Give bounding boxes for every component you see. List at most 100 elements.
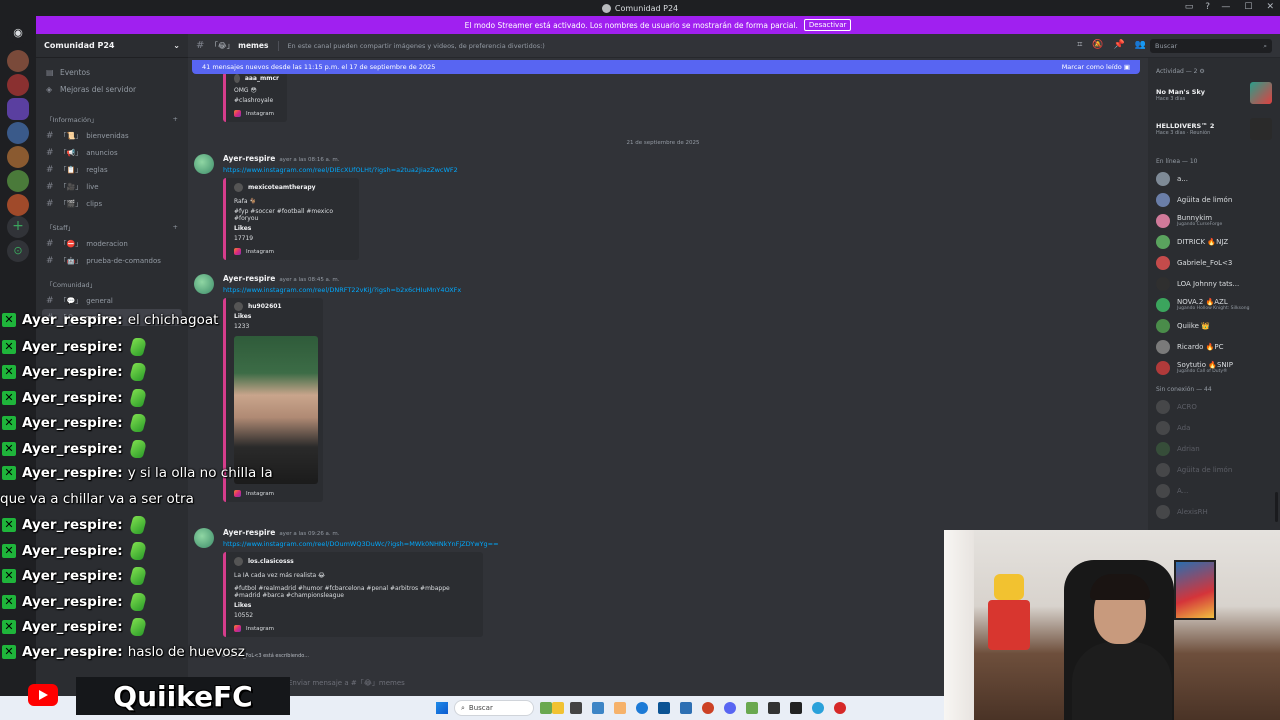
app-icon[interactable] [834,702,846,714]
category-comunidad[interactable]: 「Comunidad」 [36,275,188,292]
server-icon[interactable] [7,194,29,216]
pin-icon[interactable]: 📌 [1114,40,1125,50]
threads-icon[interactable]: ⌗ [1077,40,1082,50]
member-name: DITRICK 🔥NJZ [1177,238,1228,246]
member-item[interactable]: Agüita de limón [1148,189,1280,210]
task-view-icon[interactable] [570,702,582,714]
message-link[interactable]: https://www.instagram.com/reel/DNRFT22vK… [223,286,1103,294]
member-name-text: Quiike 👑 [1177,321,1210,330]
server-icon[interactable] [7,170,29,192]
message-link[interactable]: https://www.instagram.com/reel/DIEcXUfOL… [223,166,1103,174]
events-item[interactable]: ▤ Eventos [36,64,188,81]
channel-prueba-de-comandos[interactable]: # 「🤖」 prueba-de-comandos [36,252,188,269]
scrollbar[interactable] [1275,492,1278,522]
app-icon[interactable] [746,702,758,714]
channel-general[interactable]: # 「💬」 general [36,292,188,309]
chat-badge-icon: ✕ [2,620,16,634]
member-item[interactable]: Quiike 👑 [1148,315,1280,336]
chat-badge-icon: ✕ [2,644,16,659]
app-icon[interactable] [702,702,714,714]
activity-card[interactable]: No Man's Sky Hace 3 días [1148,78,1280,114]
server-icon[interactable] [7,146,29,168]
message-author[interactable]: Ayer-respire [223,154,275,163]
telegram-icon[interactable] [812,702,824,714]
game-icon [1250,82,1272,104]
add-channel-icon[interactable]: + [173,223,178,231]
message-composer[interactable]: Enviar mensaje a #「😂」memes [188,670,944,696]
new-messages-bar[interactable]: 41 mensajes nuevos desde las 11:15 p.m. … [192,60,1140,74]
member-item[interactable]: Gabriele_FoL<3 [1148,252,1280,273]
file-explorer-icon[interactable] [614,702,626,714]
member-item[interactable]: Ricardo 🔥PC [1148,336,1280,357]
windows-start-icon[interactable] [436,702,448,714]
channel-clips[interactable]: # 「🎬」 clips [36,195,188,212]
member-item[interactable]: Soytutio 🔥SNIP Jugando Call of Duty® [1148,357,1280,378]
member-item[interactable]: AlexisRH [1148,501,1280,522]
member-item[interactable]: Ada [1148,417,1280,438]
avatar[interactable] [194,154,214,174]
embed-author[interactable]: mexicoteamtherapy [248,184,316,191]
message-author[interactable]: Ayer-respire [223,274,275,283]
maximize-icon[interactable]: ☐ [1244,2,1252,12]
mark-as-read-button[interactable]: Marcar como leído ▣ [1062,63,1130,71]
member-item[interactable]: A... [1148,480,1280,501]
member-item[interactable]: ACRO [1148,396,1280,417]
member-name: Soytutio 🔥SNIP Jugando Call of Duty® [1177,361,1233,374]
member-item[interactable]: Bunnykim Jugando CurseForge [1148,210,1280,231]
chat-badge-icon: ✕ [2,441,16,456]
instagram-icon [234,110,241,117]
member-item[interactable]: LOA Johnny tats... [1148,273,1280,294]
server-icon[interactable] [7,122,29,144]
server-icon[interactable] [7,50,29,72]
channel-bienvenidas[interactable]: # 「📜」 bienvenidas [36,127,188,144]
server-header[interactable]: Comunidad P24 ⌄ [36,34,188,58]
app-icon[interactable] [552,702,564,714]
member-name-text: Bunnykim [1177,214,1213,222]
settings-icon[interactable]: ⚙ [1199,68,1204,75]
server-icon[interactable] [7,98,29,120]
member-item[interactable]: a... [1148,168,1280,189]
minimize-icon[interactable]: — [1221,2,1230,12]
category-staff[interactable]: 「Staff」 + [36,218,188,235]
member-item[interactable]: Adrian [1148,438,1280,459]
channel-topic[interactable]: En este canal pueden compartir imágenes … [287,42,544,50]
member-item[interactable]: DITRICK 🔥NJZ [1148,231,1280,252]
inbox-icon[interactable]: ▭ [1185,2,1194,12]
channel-live[interactable]: # 「🎥」 live [36,178,188,195]
category-informacion[interactable]: 「Información」 + [36,110,188,127]
add-channel-icon[interactable]: + [173,115,178,123]
deactivate-button[interactable]: Desactivar [803,19,852,31]
member-item[interactable]: Agüita de limón [1148,459,1280,480]
close-icon[interactable]: ✕ [1266,2,1274,12]
widgets-icon[interactable] [540,702,552,714]
search-input[interactable]: Buscar ⌕ [1150,39,1272,53]
chat-username: Ayer_respire: [22,619,123,635]
server-boost-item[interactable]: ◈ Mejoras del servidor [36,81,188,98]
embed-author[interactable]: hu902601 [248,303,282,310]
discover-icon[interactable]: ⊙ [7,240,29,262]
app-icon[interactable] [592,702,604,714]
channel-moderacion[interactable]: # 「⛔」 moderacion [36,235,188,252]
discord-home-icon[interactable]: ◉ [7,22,29,44]
mail-icon[interactable] [680,702,692,714]
edge-icon[interactable] [636,702,648,714]
server-icon[interactable] [7,74,29,96]
embed-author[interactable]: aaa_mmcr [245,75,279,82]
terminal-icon[interactable] [790,702,802,714]
channel-name: clips [86,199,103,208]
discord-icon[interactable] [724,702,736,714]
chat-message: ✕ Ayer_respire: [2,414,148,432]
taskbar-search[interactable]: ⌕ Buscar [454,700,534,716]
member-item[interactable]: NOVA.2 🔥AZL Jugando Hollow Knight: Silkso… [1148,294,1280,315]
app-icon[interactable] [658,702,670,714]
avatar[interactable] [194,274,214,294]
channel-reglas[interactable]: # 「📋」 reglas [36,161,188,178]
chat-text: haslo de huevosz [127,643,245,660]
member-list-icon[interactable]: 👥 [1135,40,1146,50]
activity-card[interactable]: HELLDIVERS™ 2 Hace 3 días · Reunión [1148,114,1280,150]
channel-anuncios[interactable]: # 「📢」 anuncios [36,144,188,161]
add-server-icon[interactable]: + [7,216,29,238]
notifications-icon[interactable]: 🔕 [1092,40,1103,50]
obs-icon[interactable] [768,702,780,714]
help-icon[interactable]: ? [1205,2,1210,12]
